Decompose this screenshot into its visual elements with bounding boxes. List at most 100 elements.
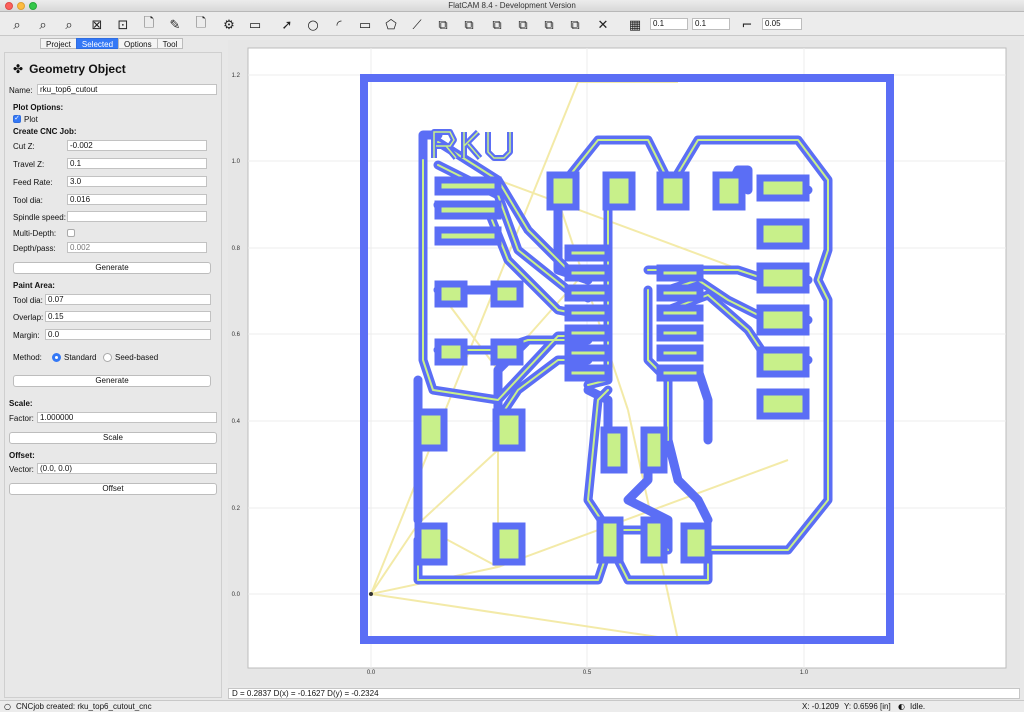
factor-input[interactable]: 1.000000 — [37, 412, 217, 423]
origin-marker — [369, 592, 373, 596]
multi-depth-checkbox[interactable] — [67, 229, 75, 237]
vector-input[interactable]: (0.0, 0.0) — [37, 463, 217, 474]
travel-z-input[interactable]: 0.1 — [67, 158, 207, 169]
intersection-icon[interactable]: ⧉ — [460, 16, 478, 34]
vector-label: Vector: — [9, 465, 34, 474]
scale-button[interactable]: Scale — [9, 432, 217, 444]
travel-z-label: Travel Z: — [13, 160, 45, 169]
subtract-icon[interactable]: ⧉ — [488, 16, 506, 34]
clear-plot-icon[interactable]: ⊠ — [88, 16, 106, 34]
margin-label: Margin: — [13, 331, 40, 340]
paint-area-label: Paint Area: — [13, 281, 55, 290]
tab-selected[interactable]: Selected — [75, 38, 119, 49]
paint-tool-dia-input[interactable]: 0.07 — [45, 294, 211, 305]
offset-button[interactable]: Offset — [9, 483, 217, 495]
method-standard-label: Standard — [64, 353, 97, 362]
plot-checkbox[interactable]: ✓ — [13, 115, 21, 123]
tab-project[interactable]: Project — [40, 38, 76, 49]
tool-dia-input[interactable]: 0.016 — [67, 194, 207, 205]
tab-options[interactable]: Options — [118, 38, 157, 49]
plot-canvas-area[interactable]: 1.2 1.0 0.8 0.6 0.4 0.2 0.0 0.0 0.5 1.0 — [228, 40, 1020, 686]
path-icon[interactable]: ⟋ — [408, 16, 426, 34]
close-window-button[interactable] — [5, 2, 13, 10]
shell-icon[interactable]: ▭ — [246, 16, 264, 34]
zoom-window-button[interactable] — [29, 2, 37, 10]
status-bar: ○ CNCjob created: rku_top6_cutout_cnc X:… — [0, 700, 1024, 712]
paint-generate-button[interactable]: Generate — [13, 375, 211, 387]
y-tick-label: 1.0 — [232, 159, 241, 165]
polygon-icon[interactable]: ⬠ — [382, 16, 400, 34]
grid-y-input[interactable]: 0.1 — [692, 18, 730, 30]
factor-label: Factor: — [9, 414, 34, 423]
main-toolbar: ⌕ ⌕ ⌕ ⊠ ⊡ 🗋 ✎ 🗋 ⚙ ▭ ➚ ○ ◜ ▭ ⬠ ⟋ ⧉ ⧉ ⧉ ⧉ … — [0, 12, 1024, 36]
arc-icon[interactable]: ◜ — [330, 16, 348, 34]
rectangle-icon[interactable]: ▭ — [356, 16, 374, 34]
multi-depth-label: Multi-Depth: — [13, 229, 57, 238]
new-geometry-icon[interactable]: 🗋 — [140, 16, 158, 34]
feed-rate-input[interactable]: 3.0 — [67, 176, 207, 187]
spindle-speed-label: Spindle speed: — [13, 213, 66, 222]
cut-z-input[interactable]: -0.002 — [67, 140, 207, 151]
generate-cnc-button[interactable]: Generate — [13, 262, 211, 274]
selected-panel: ✤ Geometry Object Name: rku_top6_cutout … — [4, 52, 222, 698]
spindle-speed-input[interactable] — [67, 211, 207, 222]
title-bar: FlatCAM 8.4 - Development Version — [0, 0, 1024, 12]
y-tick-label: 0.0 — [232, 592, 241, 598]
method-seed-label: Seed-based — [115, 353, 159, 362]
name-label: Name: — [9, 86, 33, 95]
select-icon[interactable]: ➚ — [278, 16, 296, 34]
method-seed-radio[interactable] — [103, 353, 112, 362]
x-tick-label: 0.0 — [367, 670, 376, 676]
activity-icon: ◐ — [898, 702, 905, 711]
scale-label: Scale: — [9, 399, 33, 408]
edit-geometry-icon[interactable]: ✎ — [166, 16, 184, 34]
cursor-y-readout: Y: 0.6596 — [844, 702, 878, 711]
edit-object-icon[interactable]: ⚙ — [220, 16, 238, 34]
feed-rate-label: Feed Rate: — [13, 178, 53, 187]
units-readout: [in] — [880, 702, 891, 711]
notebook-tabs: Project Selected Options Tool — [40, 38, 184, 49]
status-message: CNCjob created: rku_top6_cutout_cnc — [16, 702, 152, 711]
overlap-input[interactable]: 0.15 — [45, 311, 211, 322]
zoom-out-icon[interactable]: ⌕ — [60, 16, 78, 34]
cut-icon[interactable]: ⧉ — [514, 16, 532, 34]
cursor-x-readout: X: -0.1209 — [802, 702, 839, 711]
pcb-plot[interactable]: 1.2 1.0 0.8 0.6 0.4 0.2 0.0 0.0 0.5 1.0 — [228, 40, 1020, 686]
panel-title-text: Geometry Object — [29, 62, 126, 76]
y-tick-label: 0.6 — [232, 332, 241, 338]
plot-options-label: Plot Options: — [13, 103, 64, 112]
y-tick-label: 1.2 — [232, 73, 241, 79]
union-icon[interactable]: ⧉ — [434, 16, 452, 34]
snap-corner-icon[interactable]: ⌐ — [738, 16, 756, 34]
method-standard-radio[interactable] — [52, 353, 61, 362]
window-title: FlatCAM 8.4 - Development Version — [448, 1, 576, 10]
snap-max-input[interactable]: 0.05 — [762, 18, 802, 30]
y-tick-label: 0.8 — [232, 246, 241, 252]
tab-tool[interactable]: Tool — [156, 38, 184, 49]
copy-icon[interactable]: ⧉ — [540, 16, 558, 34]
delete-icon[interactable]: 🗋 — [192, 16, 210, 34]
move-icon[interactable]: ⧉ — [566, 16, 584, 34]
name-input[interactable]: rku_top6_cutout — [37, 84, 217, 95]
grid-x-input[interactable]: 0.1 — [650, 18, 688, 30]
cut-z-label: Cut Z: — [13, 142, 35, 151]
zoom-fit-icon[interactable]: ⌕ — [8, 16, 26, 34]
x-tick-label: 1.0 — [800, 670, 809, 676]
delete-shape-icon[interactable]: ✕ — [594, 16, 612, 34]
snap-grid-icon[interactable]: ▦ — [626, 16, 644, 34]
y-tick-label: 0.4 — [232, 419, 241, 425]
depth-pass-input[interactable]: 0.002 — [67, 242, 207, 253]
minimize-window-button[interactable] — [17, 2, 25, 10]
plot-checkbox-label: Plot — [24, 115, 38, 124]
y-tick-label: 0.2 — [232, 506, 241, 512]
circle-icon[interactable]: ○ — [304, 16, 322, 34]
paint-tool-dia-label: Tool dia: — [13, 296, 43, 305]
offset-label: Offset: — [9, 451, 35, 460]
state-readout: Idle. — [910, 702, 926, 711]
zoom-in-icon[interactable]: ⌕ — [34, 16, 52, 34]
replot-icon[interactable]: ⊡ — [114, 16, 132, 34]
overlap-label: Overlap: — [13, 313, 44, 322]
panel-title: ✤ Geometry Object — [13, 62, 126, 76]
margin-input[interactable]: 0.0 — [45, 329, 211, 340]
depth-pass-label: Depth/pass: — [13, 244, 56, 253]
